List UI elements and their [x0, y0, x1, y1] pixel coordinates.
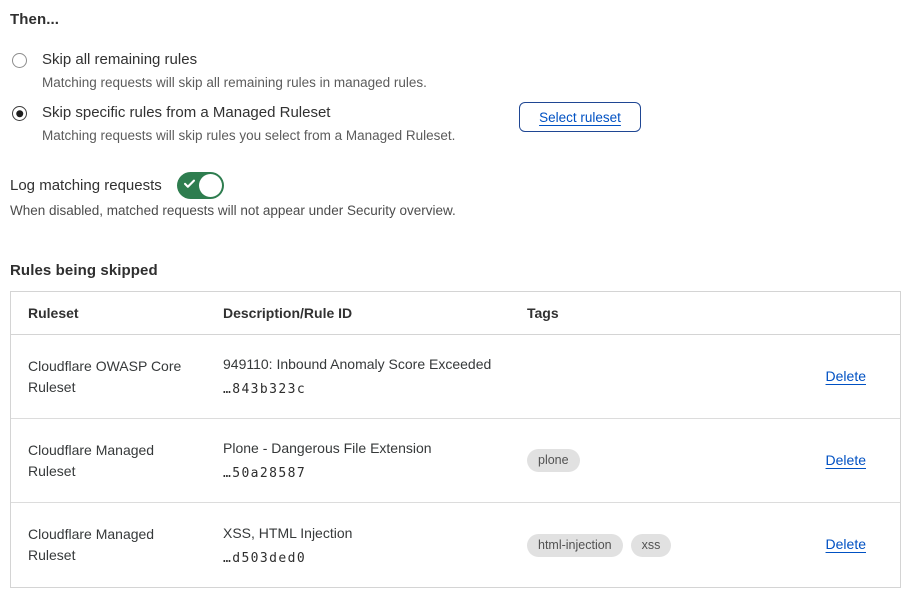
log-matching-row: Log matching requests	[10, 172, 224, 199]
table-row: Cloudflare OWASP Core Ruleset 949110: In…	[11, 335, 900, 419]
radio-skip-specific-rules[interactable]	[12, 106, 27, 121]
rule-id: …843b323c	[223, 382, 510, 397]
ruleset-cell: Cloudflare OWASP Core Ruleset	[11, 356, 206, 398]
ruleset-cell: Cloudflare Managed Ruleset	[11, 440, 206, 482]
description-cell: 949110: Inbound Anomaly Score Exceeded ……	[206, 356, 510, 397]
rule-id: …50a28587	[223, 466, 510, 481]
actions-cell: Delete	[720, 452, 900, 470]
tags-cell: html-injection xss	[510, 534, 720, 557]
select-ruleset-button[interactable]: Select ruleset	[519, 102, 641, 132]
rule-description: 949110: Inbound Anomaly Score Exceeded	[223, 356, 510, 373]
ruleset-cell: Cloudflare Managed Ruleset	[11, 524, 206, 566]
option-description: Matching requests will skip all remainin…	[42, 75, 427, 91]
rule-description: Plone - Dangerous File Extension	[223, 440, 510, 457]
log-matching-label: Log matching requests	[10, 177, 162, 194]
table-header-row: Ruleset Description/Rule ID Tags	[11, 292, 900, 335]
delete-link[interactable]: Delete	[826, 536, 866, 552]
option-label[interactable]: Skip all remaining rules	[42, 51, 427, 69]
rules-skipped-heading: Rules being skipped	[10, 262, 158, 279]
option-label[interactable]: Skip specific rules from a Managed Rules…	[42, 104, 455, 122]
tag-pill: plone	[527, 449, 580, 472]
rule-description: XSS, HTML Injection	[223, 525, 510, 542]
delete-link[interactable]: Delete	[826, 452, 866, 468]
option-skip-all-remaining: Skip all remaining rules Matching reques…	[10, 51, 427, 91]
description-cell: Plone - Dangerous File Extension …50a285…	[206, 440, 510, 481]
table-row: Cloudflare Managed Ruleset Plone - Dange…	[11, 419, 900, 503]
option-description: Matching requests will skip rules you se…	[42, 128, 455, 144]
actions-cell: Delete	[720, 536, 900, 554]
log-matching-toggle[interactable]	[177, 172, 224, 199]
tags-cell: plone	[510, 449, 720, 472]
tag-pill: xss	[631, 534, 672, 557]
tag-pill: html-injection	[527, 534, 623, 557]
toggle-knob	[199, 174, 222, 197]
table-row: Cloudflare Managed Ruleset XSS, HTML Inj…	[11, 503, 900, 587]
rule-id: …d503ded0	[223, 551, 510, 566]
actions-cell: Delete	[720, 368, 900, 386]
column-header-tags: Tags	[510, 305, 720, 321]
column-header-description: Description/Rule ID	[206, 305, 510, 321]
description-cell: XSS, HTML Injection …d503ded0	[206, 525, 510, 566]
delete-link[interactable]: Delete	[826, 368, 866, 384]
log-matching-description: When disabled, matched requests will not…	[10, 203, 456, 218]
radio-skip-all-remaining[interactable]	[12, 53, 27, 68]
check-icon	[183, 177, 196, 190]
option-skip-specific-rules: Skip specific rules from a Managed Rules…	[10, 104, 455, 144]
then-heading: Then...	[10, 11, 59, 28]
rules-skipped-table: Ruleset Description/Rule ID Tags Cloudfl…	[10, 291, 901, 588]
column-header-ruleset: Ruleset	[11, 305, 206, 321]
